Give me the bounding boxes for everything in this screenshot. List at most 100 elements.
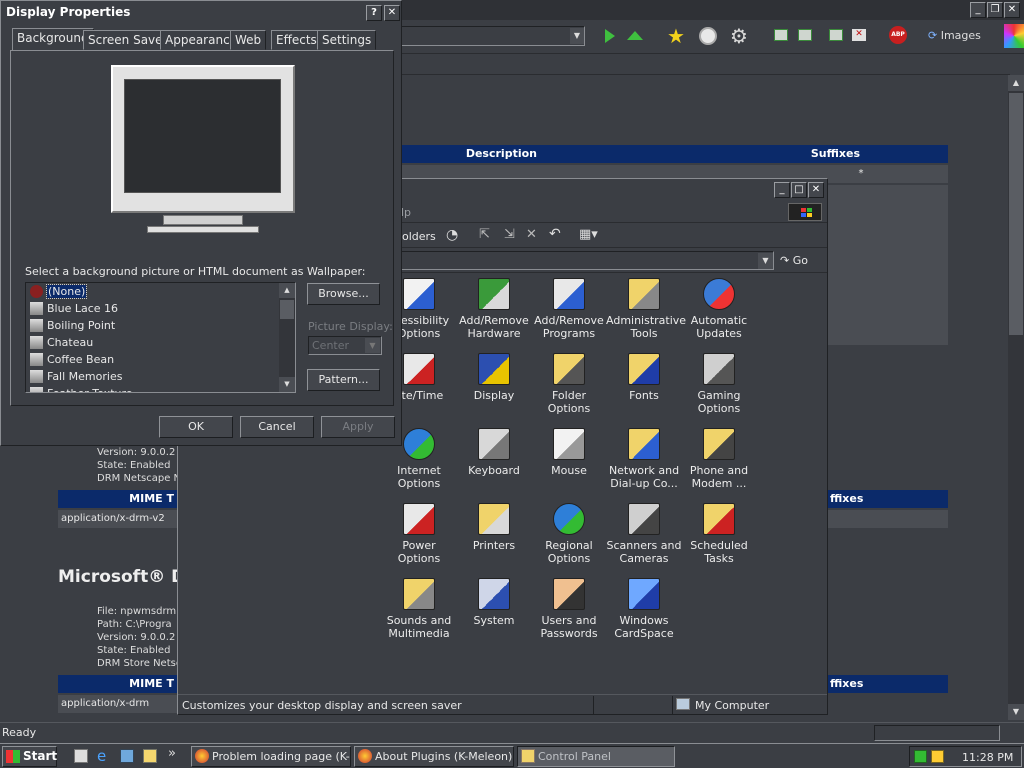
- tray-network-icon[interactable]: [914, 750, 927, 763]
- browser-minimize-button[interactable]: _: [970, 2, 986, 18]
- mouse-icon: [553, 428, 585, 460]
- wp-scroll-up[interactable]: ▲: [279, 283, 295, 298]
- url-input[interactable]: [395, 26, 585, 46]
- window-close-icon[interactable]: ✕: [852, 29, 866, 41]
- undo-icon[interactable]: ↶: [549, 226, 561, 242]
- wallpaper-item[interactable]: Fall Memories: [26, 368, 278, 385]
- cp-item-gaming[interactable]: Gaming Options: [681, 353, 757, 415]
- delete-icon[interactable]: ✕: [526, 227, 537, 242]
- cp-item-admin-tools[interactable]: Administrative Tools: [606, 278, 686, 340]
- wallpaper-list-items: (None) Blue Lace 16 Boiling Point Chateau Co…: [26, 283, 278, 392]
- cp-minimize-button[interactable]: _: [774, 182, 790, 198]
- cp-address-input[interactable]: [400, 251, 774, 270]
- cp-item-users[interactable]: Users and Passwords: [531, 578, 607, 640]
- cp-item-printer[interactable]: Printers: [456, 503, 532, 552]
- up-arrow-icon[interactable]: [627, 31, 643, 40]
- wallpaper-list[interactable]: (None) Blue Lace 16 Boiling Point Chateau Co…: [25, 282, 296, 393]
- copy-to-icon[interactable]: ⇲: [504, 227, 515, 242]
- tab-settings[interactable]: Settings: [317, 30, 377, 50]
- task-problem-loading[interactable]: Problem loading page (K-...: [191, 746, 351, 767]
- go-arrow-icon[interactable]: [605, 29, 615, 43]
- show-desktop-icon[interactable]: [74, 749, 88, 763]
- browse-button[interactable]: Browse...: [307, 283, 380, 305]
- cp-item-cardspace[interactable]: Windows CardSpace: [606, 578, 682, 640]
- windows-update-icon: [703, 278, 735, 310]
- mime-header-2: MIME T: [58, 675, 180, 693]
- views-icon[interactable]: ▦▾: [579, 227, 598, 242]
- tab-web[interactable]: Web: [230, 30, 267, 50]
- browser-close-button[interactable]: ✕: [1004, 2, 1020, 18]
- cp-maximize-button[interactable]: □: [791, 182, 807, 198]
- move-to-icon[interactable]: ⇱: [479, 227, 490, 242]
- dp-close-button[interactable]: ✕: [384, 5, 400, 21]
- cp-item-add-programs[interactable]: Add/Remove Programs: [531, 278, 607, 340]
- scroll-thumb[interactable]: [1009, 93, 1023, 335]
- wallpaper-item[interactable]: Boiling Point: [26, 317, 278, 334]
- tab-background[interactable]: Background: [12, 28, 94, 50]
- quicklaunch-icon[interactable]: [143, 749, 157, 763]
- wallpaper-item[interactable]: Blue Lace 16: [26, 300, 278, 317]
- pattern-button[interactable]: Pattern...: [307, 369, 380, 391]
- cp-item-network[interactable]: Network and Dial-up Co...: [606, 428, 682, 490]
- cp-item-fonts[interactable]: Fonts: [606, 353, 682, 402]
- cp-close-button[interactable]: ✕: [808, 182, 824, 198]
- history-icon[interactable]: ◔: [446, 227, 458, 243]
- scroll-up-button[interactable]: ▲: [1008, 75, 1024, 91]
- bookmarks-star-icon[interactable]: ★: [667, 24, 685, 48]
- history-clock-icon[interactable]: [699, 27, 717, 45]
- start-button[interactable]: Start: [2, 746, 57, 767]
- cp-item-label: Gaming Options: [697, 389, 741, 415]
- display-properties-dialog: Display Properties ? ✕ Background Screen…: [0, 0, 402, 446]
- dp-help-button[interactable]: ?: [366, 5, 382, 21]
- url-dropdown-button[interactable]: ▼: [570, 28, 584, 44]
- cp-item-power[interactable]: Power Options: [381, 503, 457, 565]
- tab-effects[interactable]: Effects: [271, 30, 322, 50]
- outlook-icon[interactable]: [120, 749, 134, 763]
- wallpaper-item-selected[interactable]: (None): [26, 283, 278, 300]
- cp-item-scheduled-tasks[interactable]: Scheduled Tasks: [681, 503, 757, 565]
- browser-restore-button[interactable]: ❐: [987, 2, 1003, 18]
- cp-item-globe[interactable]: Regional Options: [531, 503, 607, 565]
- cp-item-speaker[interactable]: Sounds and Multimedia: [381, 578, 457, 640]
- adblock-icon[interactable]: ABP: [889, 26, 907, 44]
- cp-item-windows-update[interactable]: Automatic Updates: [681, 278, 757, 340]
- picture-display-select[interactable]: Center ▼: [308, 336, 382, 355]
- window-icon-3[interactable]: [829, 29, 843, 41]
- cp-item-folder-options[interactable]: Folder Options: [531, 353, 607, 415]
- cp-item-phone[interactable]: Phone and Modem ...: [681, 428, 757, 490]
- wallpaper-item[interactable]: Feather Texture: [26, 385, 278, 392]
- windows-logo-icon: [788, 203, 822, 221]
- cp-go-button[interactable]: ↷ Go: [780, 252, 808, 270]
- page-scrollbar[interactable]: ▲ ▼: [1008, 75, 1024, 720]
- wallpaper-item[interactable]: Coffee Bean: [26, 351, 278, 368]
- cancel-button[interactable]: Cancel: [240, 416, 314, 438]
- cp-item-add-hardware[interactable]: Add/Remove Hardware: [456, 278, 532, 340]
- task-control-panel[interactable]: Control Panel: [517, 746, 675, 767]
- wp-scroll-thumb[interactable]: [280, 300, 294, 319]
- task-about-plugins[interactable]: About Plugins (K-Meleon): [354, 746, 514, 767]
- settings-gear-icon[interactable]: ⚙: [730, 24, 748, 48]
- wp-scroll-down[interactable]: ▼: [279, 377, 295, 392]
- suffixes-header-3-text: ffixes: [830, 677, 864, 690]
- scroll-down-button[interactable]: ▼: [1008, 704, 1024, 720]
- cp-item-mouse[interactable]: Mouse: [531, 428, 607, 477]
- window-icon-1[interactable]: [774, 29, 788, 41]
- images-toggle-button[interactable]: ⟳ Images: [928, 27, 981, 45]
- clock[interactable]: 11:28 PM: [962, 751, 1013, 764]
- cp-item-system[interactable]: System: [456, 578, 532, 627]
- wallpaper-item[interactable]: Chateau: [26, 334, 278, 351]
- ok-button[interactable]: OK: [159, 416, 233, 438]
- window-icon-2[interactable]: [798, 29, 812, 41]
- tray-app-icon[interactable]: [931, 750, 944, 763]
- quicklaunch-chevron[interactable]: »: [168, 746, 176, 761]
- cp-menu-help[interactable]: lp: [401, 206, 411, 219]
- cp-item-scanner[interactable]: Scanners and Cameras: [606, 503, 682, 565]
- folders-button[interactable]: olders: [402, 230, 436, 243]
- mime-header-2-text: MIME T: [129, 677, 174, 690]
- apply-button[interactable]: Apply: [321, 416, 395, 438]
- ie-icon[interactable]: e: [97, 747, 106, 765]
- cp-item-display[interactable]: Display: [456, 353, 532, 402]
- cp-item-keyboard[interactable]: Keyboard: [456, 428, 532, 477]
- wallpaper-scrollbar[interactable]: ▲ ▼: [279, 283, 295, 392]
- cp-address-dropdown[interactable]: ▼: [758, 253, 773, 269]
